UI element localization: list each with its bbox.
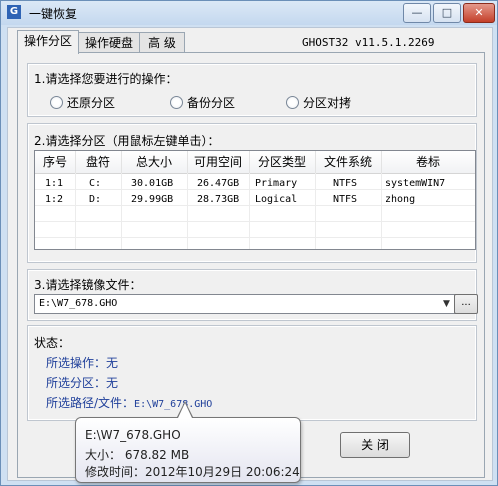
cell-filesystem: NTFS	[333, 178, 358, 189]
minimize-button[interactable]: —	[403, 3, 431, 23]
col-partition-type[interactable]: 分区类型	[249, 151, 316, 173]
cell-index: 1:2	[45, 194, 64, 205]
status-path-value: E:\W7_678.GHO	[134, 399, 213, 410]
cell-drive: C:	[89, 178, 102, 189]
tooltip-pointer-fill	[178, 403, 192, 418]
cell-volume-label: systemWIN7	[385, 178, 446, 189]
col-volume-label[interactable]: 卷标	[381, 151, 475, 173]
image-file-value: E:\W7_678.GHO	[39, 298, 118, 309]
title-bar[interactable]: G 一键恢复 — □ ✕	[1, 1, 497, 25]
radio-circle[interactable]	[170, 96, 183, 109]
tab-operate-partition[interactable]: 操作分区	[17, 30, 79, 54]
maximize-button[interactable]: □	[433, 3, 461, 23]
image-file-select[interactable]: E:\W7_678.GHO ▼	[34, 294, 456, 314]
cell-partition-type: Primary	[255, 178, 298, 189]
partition-label: 2.请选择分区（用鼠标左键单击）：	[34, 134, 220, 148]
col-drive[interactable]: 盘符	[75, 151, 122, 173]
chevron-down-icon[interactable]: ▼	[440, 297, 453, 311]
app-window: G 一键恢复 — □ ✕ 操作分区 操作硬盘 高 级 GHOST32 v11.5…	[0, 0, 498, 486]
status-selected-partition: 所选分区：无	[46, 376, 119, 390]
cell-free-space: 28.73GB	[197, 194, 240, 205]
close-button[interactable]: 关 闭	[340, 432, 410, 458]
cell-drive: D:	[89, 194, 102, 205]
cell-volume-label: zhong	[385, 194, 416, 205]
radio-backup[interactable]: 备份分区	[170, 94, 235, 111]
radio-copy[interactable]: 分区对拷	[286, 94, 351, 111]
cell-free-space: 26.47GB	[197, 178, 240, 189]
image-label: 3.请选择镜像文件：	[34, 278, 142, 292]
status-label: 状态：	[34, 336, 71, 350]
partition-table[interactable]: 序号 盘符 总大小 可用空间 分区类型 文件系统 卷标 1:1 C: 30.01…	[34, 150, 476, 250]
cell-partition-type: Logical	[255, 194, 298, 205]
radio-restore[interactable]: 还原分区	[50, 94, 115, 111]
file-info-tooltip: E:\W7_678.GHO 大小： 678.82 MB 修改时间：2012年10…	[75, 417, 301, 483]
cell-filesystem: NTFS	[333, 194, 358, 205]
grid-line	[35, 221, 475, 222]
tooltip-path: E:\W7_678.GHO	[85, 428, 181, 442]
radio-copy-label: 分区对拷	[303, 96, 352, 110]
ghost-version: GHOST32 v11.5.1.2269	[302, 36, 435, 49]
grid-line	[35, 237, 475, 238]
radio-restore-label: 还原分区	[67, 96, 116, 110]
col-filesystem[interactable]: 文件系统	[315, 151, 382, 173]
operation-label: 1.请选择您要进行的操作：	[34, 72, 178, 86]
tab-operate-disk[interactable]: 操作硬盘	[78, 32, 140, 53]
status-path-label: 所选路径/文件：	[46, 396, 135, 410]
col-free-space[interactable]: 可用空间	[187, 151, 250, 173]
client-area: 操作分区 操作硬盘 高 级 GHOST32 v11.5.1.2269 1.请选择…	[7, 27, 493, 481]
radio-circle[interactable]	[286, 96, 299, 109]
cell-total-size: 30.01GB	[131, 178, 174, 189]
table-row[interactable]: 1:1 C: 30.01GB 26.47GB Primary NTFS syst…	[35, 176, 475, 192]
col-total-size[interactable]: 总大小	[121, 151, 188, 173]
tooltip-modified: 修改时间：2012年10月29日 20:06:24	[85, 465, 300, 479]
tooltip-size: 大小： 678.82 MB	[85, 448, 190, 462]
table-row[interactable]: 1:2 D: 29.99GB 28.73GB Logical NTFS zhon…	[35, 192, 475, 208]
window-title: 一键恢复	[29, 7, 78, 21]
radio-circle[interactable]	[50, 96, 63, 109]
status-selected-operation: 所选操作：无	[46, 356, 119, 370]
partition-table-header: 序号 盘符 总大小 可用空间 分区类型 文件系统 卷标	[35, 151, 475, 174]
app-icon: G	[7, 5, 21, 19]
window-close-button[interactable]: ✕	[463, 3, 495, 23]
radio-backup-label: 备份分区	[187, 96, 236, 110]
tab-advanced[interactable]: 高 级	[139, 32, 185, 53]
cell-total-size: 29.99GB	[131, 194, 174, 205]
col-index[interactable]: 序号	[35, 151, 76, 173]
cell-index: 1:1	[45, 178, 64, 189]
browse-button[interactable]: ...	[454, 294, 478, 314]
